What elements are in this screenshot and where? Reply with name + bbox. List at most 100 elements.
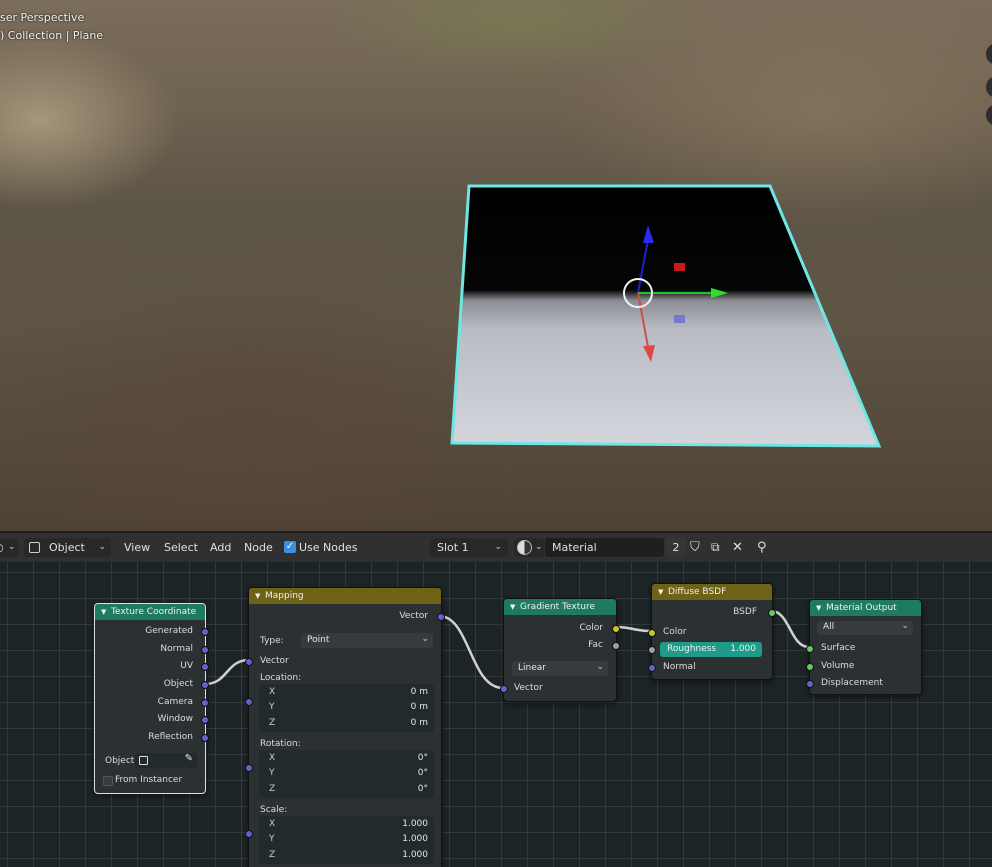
output-object: Object [163, 679, 193, 689]
rotation-y-label: Y [269, 768, 275, 778]
texture-coordinate-node[interactable]: ▼ Texture Coordinate Generated Normal UV … [94, 603, 209, 794]
socket-input-vector[interactable] [500, 685, 508, 693]
socket-displacement[interactable] [806, 680, 814, 688]
location-y-value[interactable]: 0 m [411, 702, 428, 712]
3d-viewport[interactable]: ser Perspective ) Collection | Plane [0, 0, 992, 531]
socket-input-color[interactable] [648, 629, 656, 637]
socket-surface[interactable] [806, 645, 814, 653]
socket-window[interactable] [201, 716, 209, 724]
checkmark-icon: ✓ [285, 541, 295, 552]
menu-select[interactable]: Select [164, 533, 198, 562]
socket-scale[interactable] [245, 830, 253, 838]
rotation-x-value[interactable]: 0° [418, 753, 428, 763]
node-editor-header: ◐ ⌄ Object ⌄ View Select Add Node ✓ Use … [0, 531, 992, 562]
editor-type-dropdown[interactable]: ◐ ⌄ [0, 538, 18, 557]
socket-input-normal[interactable] [648, 664, 656, 672]
rotation-y-value[interactable]: 0° [418, 768, 428, 778]
socket-reflection[interactable] [201, 734, 209, 742]
socket-input-vector[interactable] [245, 658, 253, 666]
collapse-triangle-icon[interactable]: ▼ [816, 600, 821, 616]
object-picker-field[interactable]: ✎ [135, 753, 197, 768]
fake-user-shield-icon[interactable]: ⛉ [690, 533, 700, 562]
pin-icon[interactable]: ⚲ [757, 533, 767, 562]
scale-y-value[interactable]: 1.000 [402, 834, 428, 844]
material-name: Material [552, 541, 597, 554]
material-name-field[interactable]: Material [545, 538, 664, 557]
user-count-button[interactable]: 2 [666, 538, 686, 557]
close-icon[interactable]: ✕ [732, 533, 743, 562]
render-target-dropdown[interactable]: All ⌄ [817, 621, 913, 635]
location-z-value[interactable]: 0 m [411, 718, 428, 728]
roughness-slider[interactable]: Roughness 1.000 [660, 642, 762, 657]
socket-rotation[interactable] [245, 764, 253, 772]
scale-y-label: Y [269, 834, 275, 844]
output-window: Window [157, 714, 194, 724]
rotation-label: Rotation: [260, 739, 301, 749]
scale-z-label: Z [269, 850, 276, 860]
from-instancer-checkbox[interactable] [103, 776, 113, 786]
output-uv: UV [180, 661, 193, 671]
output-vector: Vector [399, 611, 428, 621]
scale-label: Scale: [260, 805, 288, 815]
material-output-node[interactable]: ▼ Material Output All ⌄ Surface Volume Di… [806, 599, 922, 695]
roughness-label: Roughness [667, 644, 717, 654]
node-header[interactable]: ▼ Gradient Texture [504, 599, 616, 615]
socket-output-color[interactable] [612, 625, 620, 633]
gradient-texture-node[interactable]: ▼ Gradient Texture Color Fac Linear ⌄ Vec… [500, 598, 620, 702]
roughness-value: 1.000 [730, 644, 756, 654]
gradient-type-dropdown[interactable]: Linear ⌄ [512, 661, 608, 676]
socket-generated[interactable] [201, 628, 209, 636]
socket-camera[interactable] [201, 699, 209, 707]
node-header[interactable]: ▼ Diffuse BSDF [652, 584, 772, 600]
user-count: 2 [672, 541, 680, 554]
duplicate-icon[interactable]: ⧉ [711, 533, 720, 562]
node-header[interactable]: ▼ Mapping [249, 588, 441, 604]
rotation-fields[interactable]: X 0° Y 0° Z 0° [259, 750, 434, 798]
type-dropdown[interactable]: Point ⌄ [301, 633, 433, 648]
node-header[interactable]: ▼ Material Output [810, 600, 921, 616]
collapse-triangle-icon[interactable]: ▼ [510, 599, 515, 615]
socket-output-vector[interactable] [437, 613, 445, 621]
node-header[interactable]: ▼ Texture Coordinate [95, 604, 205, 620]
collapse-triangle-icon[interactable]: ▼ [255, 588, 260, 604]
eyedropper-icon[interactable]: ✎ [185, 753, 193, 764]
scale-fields[interactable]: X 1.000 Y 1.000 Z 1.000 [259, 816, 434, 864]
mapping-node[interactable]: ▼ Mapping Vector Type: Point ⌄ Vector Loc… [245, 587, 445, 867]
socket-normal[interactable] [201, 646, 209, 654]
input-vector-label: Vector [260, 656, 289, 666]
link-object-to-vector [204, 658, 250, 686]
output-generated: Generated [145, 626, 193, 636]
socket-object[interactable] [201, 681, 209, 689]
menu-node[interactable]: Node [244, 533, 273, 562]
rotation-z-value[interactable]: 0° [418, 784, 428, 794]
node-title: Gradient Texture [520, 602, 595, 612]
chevron-down-icon: ⌄ [901, 621, 909, 631]
object-field-label: Object: [105, 756, 138, 766]
collapse-triangle-icon[interactable]: ▼ [101, 604, 106, 620]
socket-input-roughness[interactable] [648, 646, 656, 654]
scale-x-value[interactable]: 1.000 [402, 819, 428, 829]
menu-add[interactable]: Add [210, 533, 231, 562]
browse-material-dropdown[interactable]: ⌄ [514, 538, 544, 557]
object-icon [139, 756, 148, 765]
plane-object[interactable] [0, 0, 992, 531]
object-type-dropdown[interactable]: Object ⌄ [24, 538, 111, 557]
socket-location[interactable] [245, 698, 253, 706]
location-x-value[interactable]: 0 m [411, 687, 428, 697]
node-canvas[interactable]: ▼ Texture Coordinate Generated Normal UV … [0, 562, 992, 867]
diffuse-bsdf-node[interactable]: ▼ Diffuse BSDF BSDF Color Roughness 1.000… [648, 583, 776, 680]
input-vector-label: Vector [514, 683, 543, 693]
node-editor-icon: ◐ [0, 538, 4, 557]
output-camera: Camera [157, 697, 193, 707]
location-fields[interactable]: X 0 m Y 0 m Z 0 m [259, 684, 434, 732]
type-value: Point [307, 635, 330, 645]
slot-dropdown[interactable]: Slot 1 ⌄ [430, 538, 508, 557]
socket-volume[interactable] [806, 663, 814, 671]
socket-uv[interactable] [201, 663, 209, 671]
menu-view[interactable]: View [124, 533, 150, 562]
scale-z-value[interactable]: 1.000 [402, 850, 428, 860]
socket-output-bsdf[interactable] [768, 609, 776, 617]
collapse-triangle-icon[interactable]: ▼ [658, 584, 663, 600]
use-nodes-checkbox[interactable]: ✓ [284, 541, 296, 553]
socket-output-fac[interactable] [612, 642, 620, 650]
